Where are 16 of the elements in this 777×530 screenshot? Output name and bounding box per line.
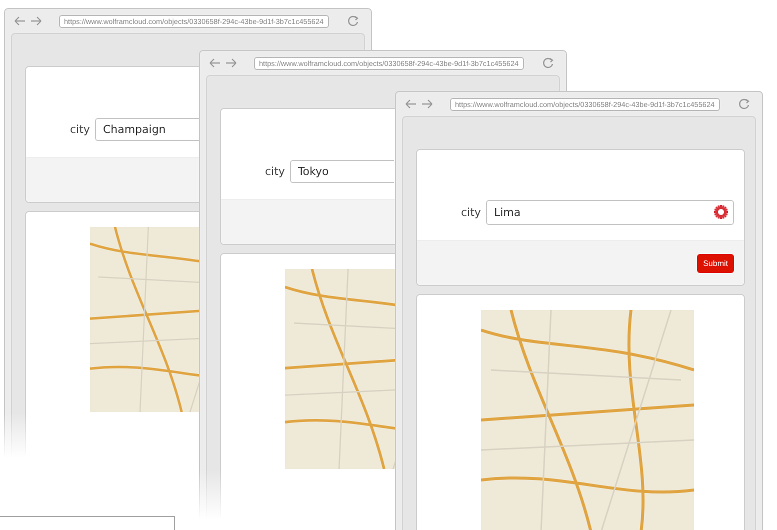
forward-icon[interactable] — [226, 57, 238, 69]
reload-icon[interactable] — [738, 98, 750, 110]
back-icon[interactable] — [208, 57, 220, 69]
field-label: city — [70, 122, 90, 136]
back-icon[interactable] — [404, 98, 416, 110]
back-icon[interactable] — [13, 15, 25, 27]
forward-icon[interactable] — [31, 15, 43, 27]
field-label: city — [461, 206, 481, 218]
city-input[interactable]: Lima — [486, 200, 734, 224]
field-label: city — [265, 164, 285, 178]
reload-icon[interactable] — [346, 15, 359, 27]
forward-icon[interactable] — [422, 98, 434, 110]
reload-icon[interactable] — [542, 57, 554, 69]
city-input[interactable]: Tokyo — [290, 160, 394, 182]
city-input[interactable]: Champaign — [94, 118, 199, 140]
submit-button[interactable]: Submit — [697, 254, 734, 272]
